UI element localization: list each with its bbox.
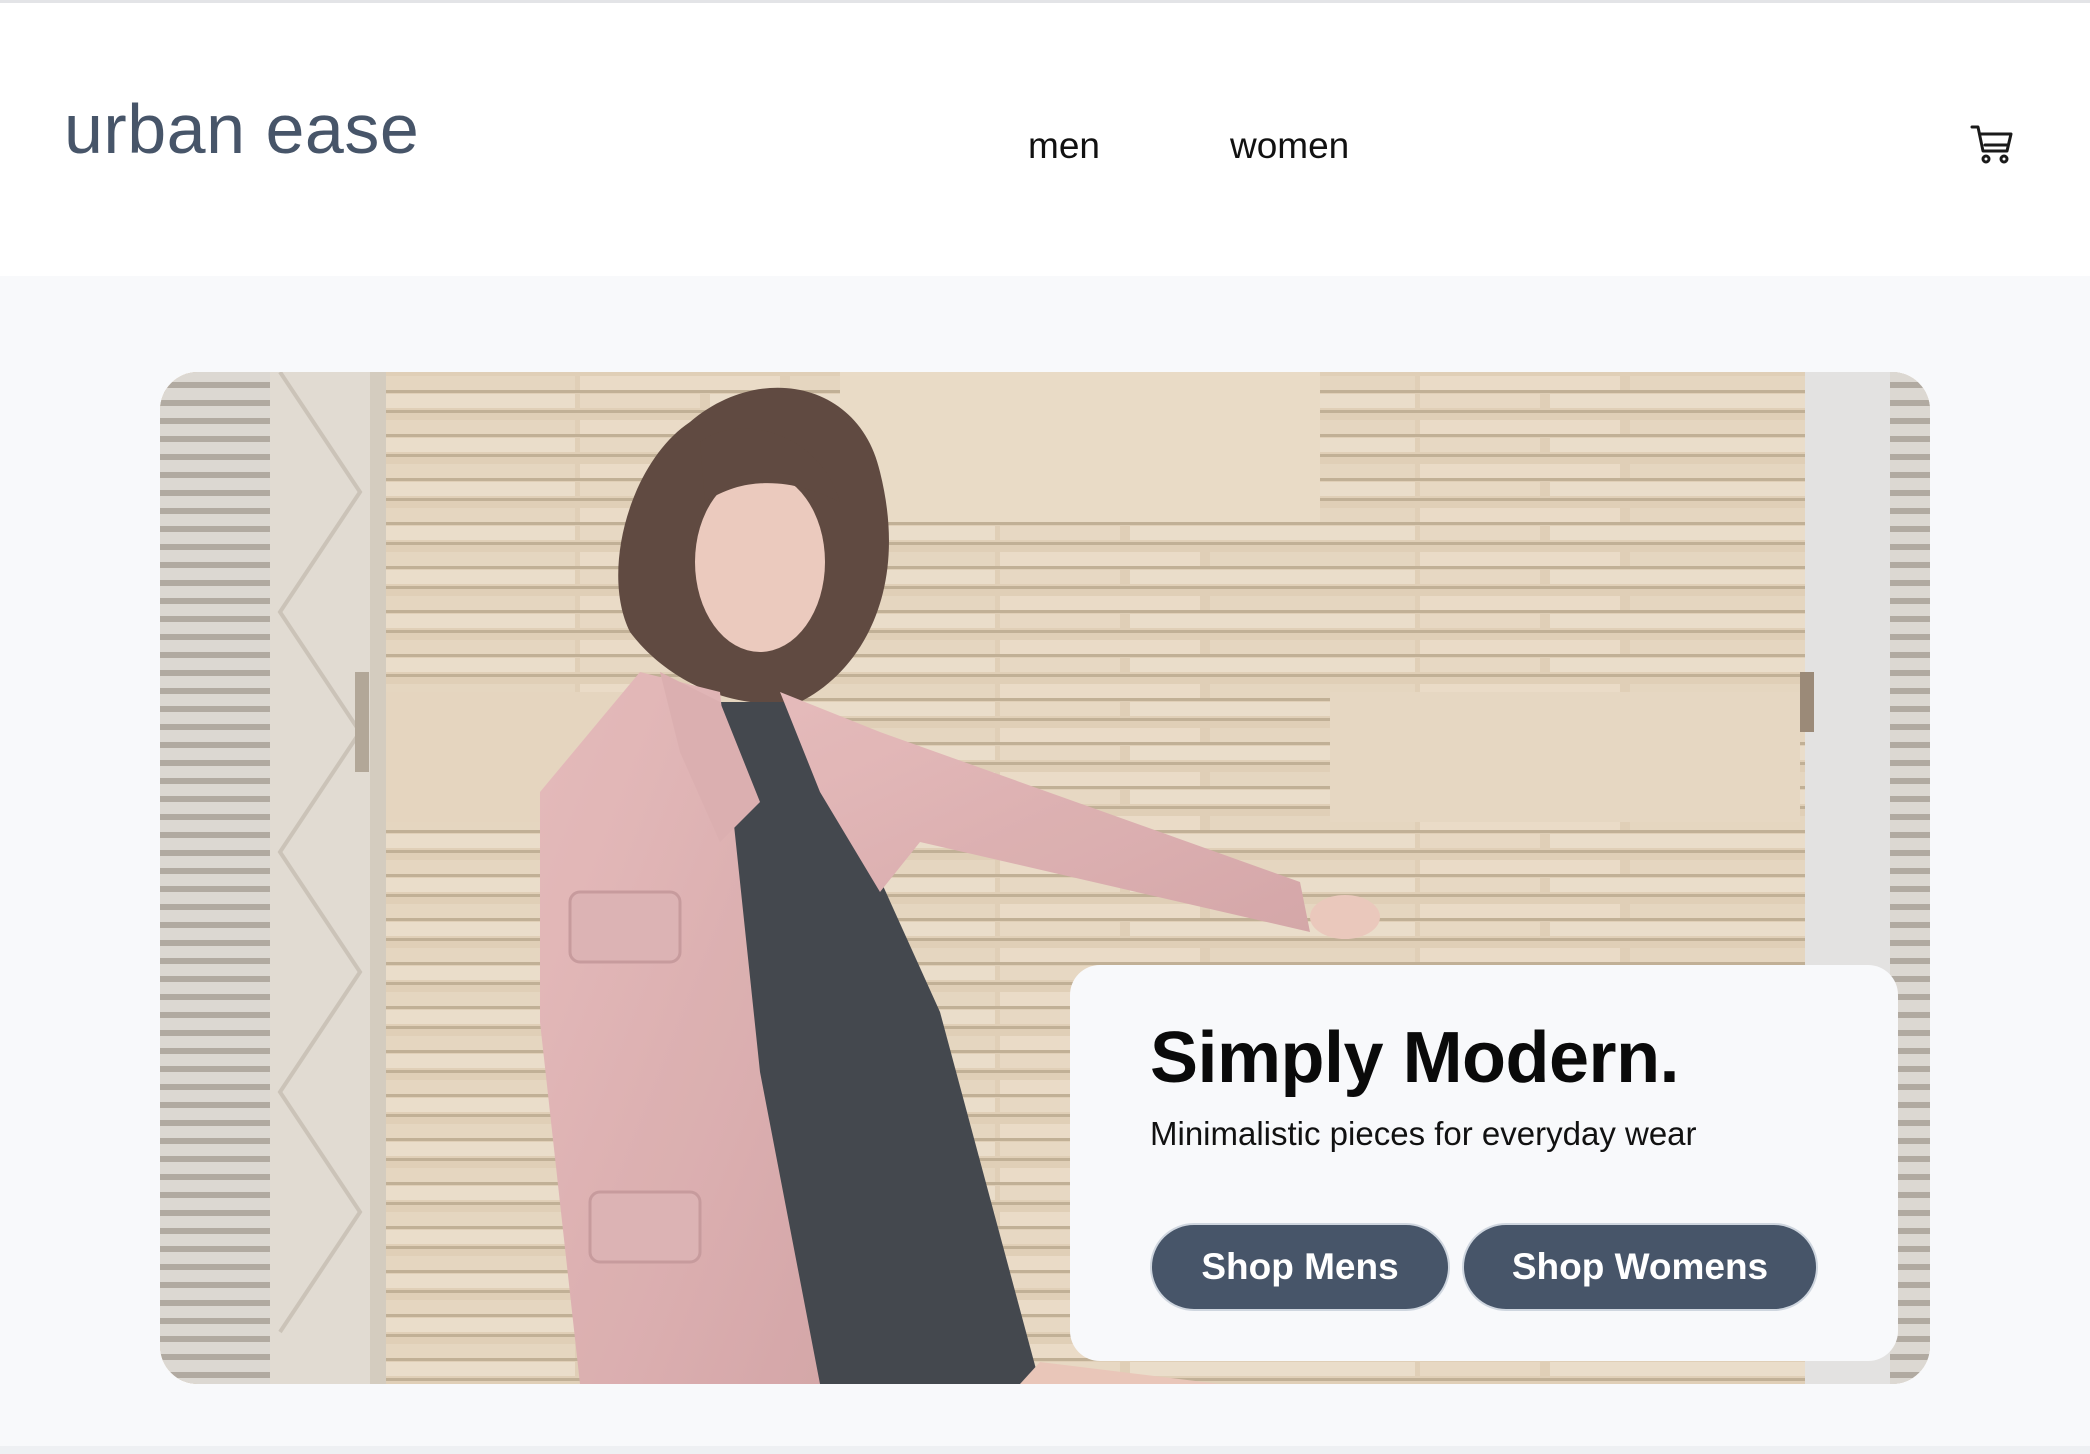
hero-card: Simply Modern. Minimalistic pieces for e… [1070, 965, 1898, 1361]
shopping-cart-icon[interactable] [1968, 119, 2016, 167]
main-nav: men women [1028, 125, 1349, 167]
site-header: urban ease men women [0, 3, 2090, 276]
shop-womens-button[interactable]: Shop Womens [1462, 1223, 1818, 1311]
shop-mens-button[interactable]: Shop Mens [1150, 1223, 1450, 1311]
brand-logo[interactable]: urban ease [64, 89, 419, 169]
nav-link-women[interactable]: women [1230, 125, 1349, 167]
bottom-border [0, 1446, 2090, 1454]
hero-subtitle: Minimalistic pieces for everyday wear [1150, 1115, 1697, 1152]
nav-link-men[interactable]: men [1028, 125, 1100, 167]
hero-title: Simply Modern. [1150, 1018, 1680, 1098]
